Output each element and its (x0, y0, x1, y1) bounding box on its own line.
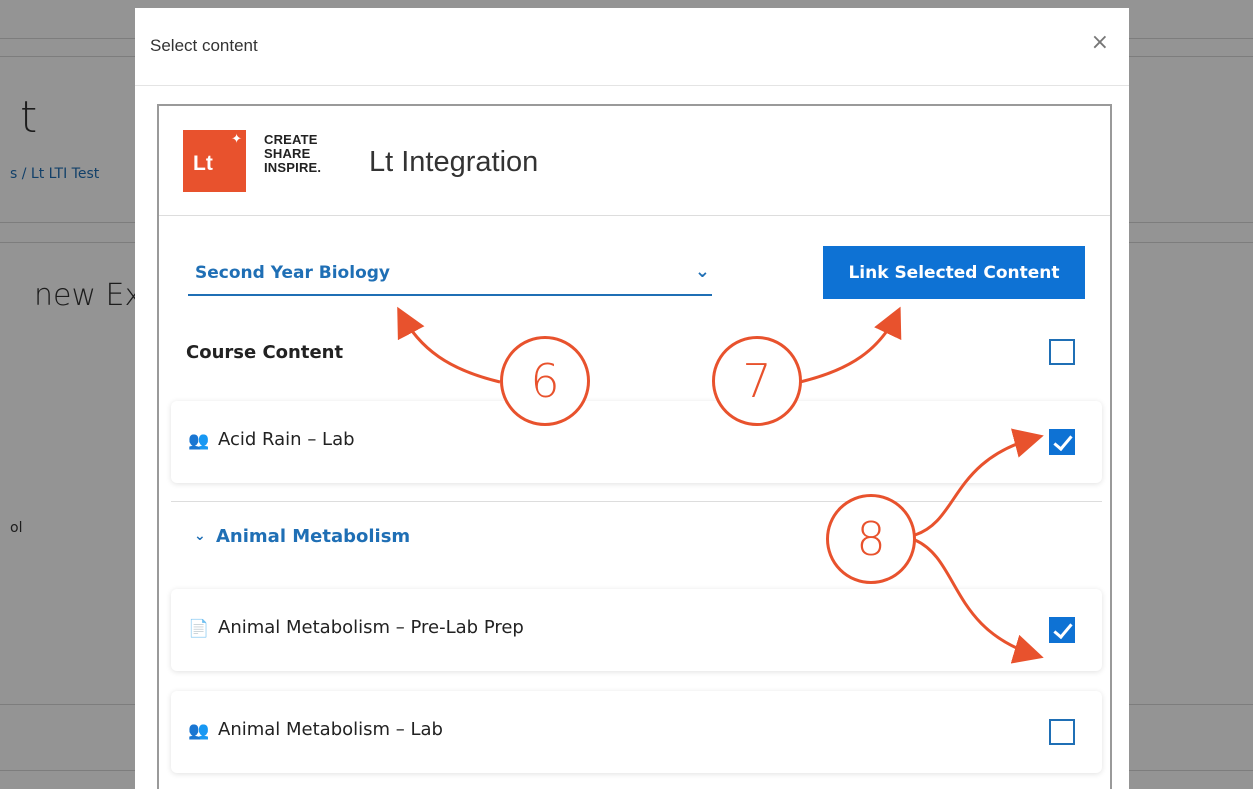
annotation-step-7: 7 (712, 336, 802, 426)
annotation-arrow (914, 428, 1044, 537)
annotation-step-8: 8 (826, 494, 916, 584)
annotation-layer (397, 306, 1044, 664)
annotation-arrow (914, 538, 1044, 664)
annotation-arrow (799, 306, 902, 384)
annotation-arrow (397, 306, 501, 384)
annotation-step-6: 6 (500, 336, 590, 426)
